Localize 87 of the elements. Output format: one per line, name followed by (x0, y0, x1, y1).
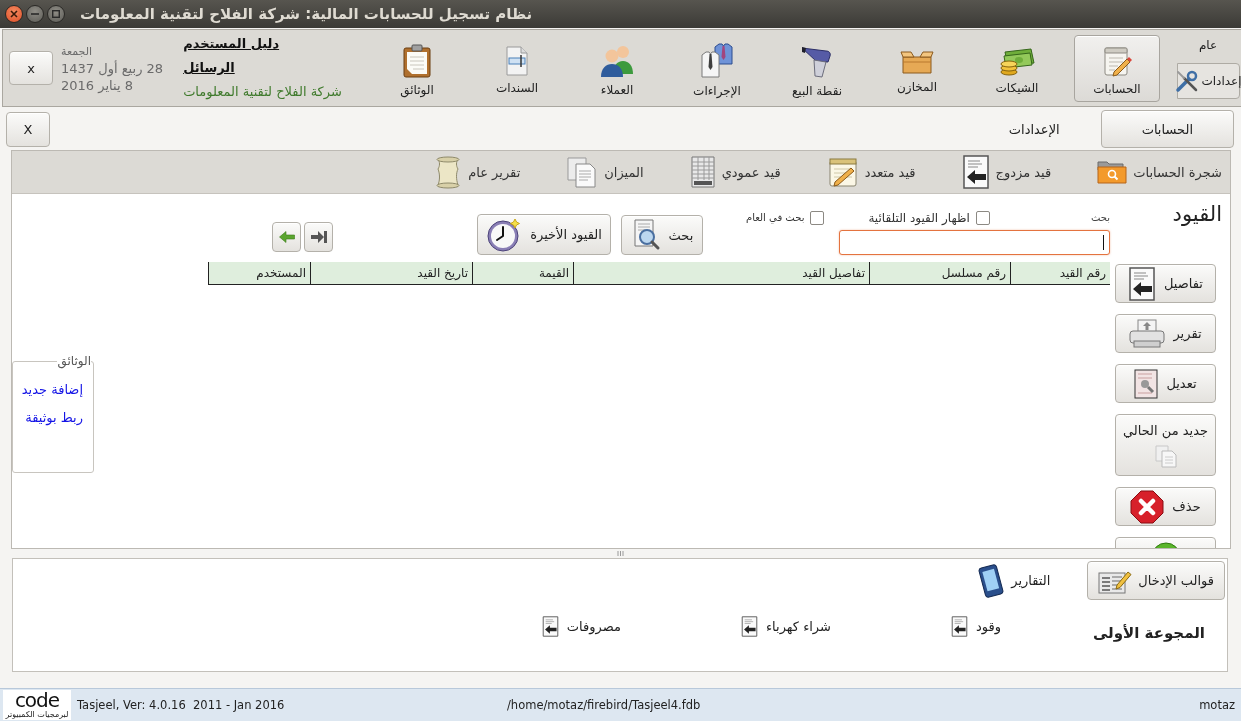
minimize-icon (31, 13, 39, 15)
last-button[interactable] (304, 222, 333, 252)
close-button[interactable] (5, 5, 23, 23)
column-header[interactable]: القيمة (472, 262, 573, 284)
folder-search-icon (1097, 159, 1128, 185)
sub-toolbar-button[interactable]: قيد عمودي (689, 156, 781, 188)
side-tab[interactable]: إعدادات (1177, 63, 1240, 99)
version-text: Tasjeel, Ver: 4.0.16 2011 - Jan 2016 (77, 698, 285, 712)
template-item[interactable]: شراء كهرباء (740, 616, 831, 637)
minimize-button[interactable] (26, 5, 44, 23)
delete-icon (1130, 489, 1165, 524)
people-icon (600, 43, 634, 78)
company-name: شركة الفلاح لتقنية المعلومات (183, 83, 342, 101)
document-magnifier-icon (1134, 368, 1159, 399)
panel-tab[interactable]: قوالب الإدخال (1087, 561, 1225, 600)
panel-tab[interactable]: التقارير (966, 561, 1062, 600)
pages-icon (566, 156, 599, 188)
search-button[interactable]: بحث (621, 215, 703, 255)
group-title: المجوعة الأولى (1092, 624, 1205, 642)
document-link[interactable]: إضافة جديد (21, 381, 83, 399)
checkbox-label: اظهار القيود التلقائية (868, 210, 970, 225)
module-tab[interactable]: الإعدادات (967, 110, 1101, 148)
header-link[interactable]: دليل المستخدم (183, 35, 280, 53)
search-label: بحث (1090, 212, 1110, 223)
sub-toolbar-button[interactable]: قيد متعدد (826, 157, 916, 187)
template-item[interactable]: وقود (950, 616, 1001, 637)
close-icon (10, 10, 18, 18)
action-button[interactable]: حذف (1115, 487, 1216, 526)
weekday-text: الجمعة (61, 43, 93, 59)
checkbox[interactable] (810, 210, 825, 225)
recent-entries-button[interactable]: القيود الأخيرة (477, 214, 611, 255)
action-button[interactable]: جديد من الحالي (1115, 414, 1216, 476)
checkbox-label: بحث في العام (746, 212, 805, 223)
maximize-button[interactable] (47, 5, 65, 23)
template-item[interactable]: مصروفات (541, 616, 621, 637)
toolbar-button[interactable]: المخازن (874, 34, 960, 102)
spreadsheet-icon (689, 156, 716, 188)
window-title: نظام تسجيل للحسابات المالية: شركة الفلاح لتقنية المعلومات (80, 5, 533, 23)
toolbar-button[interactable]: العملاء (574, 34, 660, 102)
sub-toolbar-button[interactable]: شجرة الحسابات (1097, 159, 1222, 185)
toolbar-button[interactable]: نقطة البيع (774, 34, 860, 102)
shirt-icon (700, 42, 734, 79)
user-name: motaz (1199, 698, 1235, 712)
column-header[interactable]: رقم القيد (1010, 262, 1110, 284)
document-link[interactable]: ربط بوثيقة (25, 409, 83, 427)
notebook-icon (1101, 44, 1133, 77)
column-header[interactable]: تفاصيل القيد (573, 262, 869, 284)
hijri-date: 28 ربيع أول 1437 (61, 60, 164, 76)
maximize-icon (52, 10, 60, 18)
toolbar-button[interactable]: الحسابات (1074, 34, 1160, 102)
sub-toolbar-button[interactable]: تقرير عام (432, 155, 521, 189)
sub-toolbar-button[interactable]: الميزان (566, 156, 644, 188)
logo-caption: لبرمجيات الكمبيوتر (5, 710, 69, 719)
toolbar-button[interactable]: الوثائق (374, 34, 460, 102)
database-path: /home/motaz/firebird/Tasjeel4.fdb (507, 698, 701, 712)
close-module-button[interactable]: X (6, 111, 50, 147)
group-title: الوثائق (57, 354, 91, 368)
document-icon (504, 45, 530, 76)
splitter-grip-icon[interactable] (617, 551, 624, 556)
module-tab[interactable]: الحسابات (1100, 110, 1234, 148)
checkbox[interactable] (975, 210, 990, 225)
panel-title: القيود (1172, 202, 1222, 226)
copy-icon (1153, 443, 1178, 468)
gregorian-date: 8 يناير 2016 (61, 77, 133, 93)
back-button[interactable] (272, 222, 301, 252)
action-button[interactable]: تقرير (1115, 314, 1216, 353)
column-header[interactable]: المستخدم (208, 262, 310, 284)
clipboard-icon (402, 43, 432, 78)
notepad-icon (826, 157, 859, 187)
skip-end-icon (309, 230, 328, 244)
money-icon (999, 45, 1035, 76)
search-field[interactable] (839, 230, 1110, 255)
clock-icon (486, 216, 523, 253)
header-link[interactable]: الرسائل (183, 59, 235, 77)
close-panel-button[interactable]: x (9, 51, 53, 85)
column-header[interactable]: تاريخ القيد (310, 262, 472, 284)
column-header[interactable]: رقم مسلسل (869, 262, 1010, 284)
tools-icon (1175, 69, 1200, 93)
action-button[interactable]: تفاصيل (1115, 264, 1216, 303)
logo-text: code (14, 691, 60, 709)
arrow-left-icon (278, 231, 295, 243)
toolbar-button[interactable]: الشيكات (974, 34, 1060, 102)
toolbar-button[interactable]: الإجراءات (674, 34, 760, 102)
printer-icon (1129, 318, 1166, 349)
toolbar-button[interactable]: السندات (474, 34, 560, 102)
action-button[interactable]: تعديل (1115, 364, 1216, 403)
sub-toolbar-button[interactable]: قيد مزدوج (961, 155, 1052, 189)
